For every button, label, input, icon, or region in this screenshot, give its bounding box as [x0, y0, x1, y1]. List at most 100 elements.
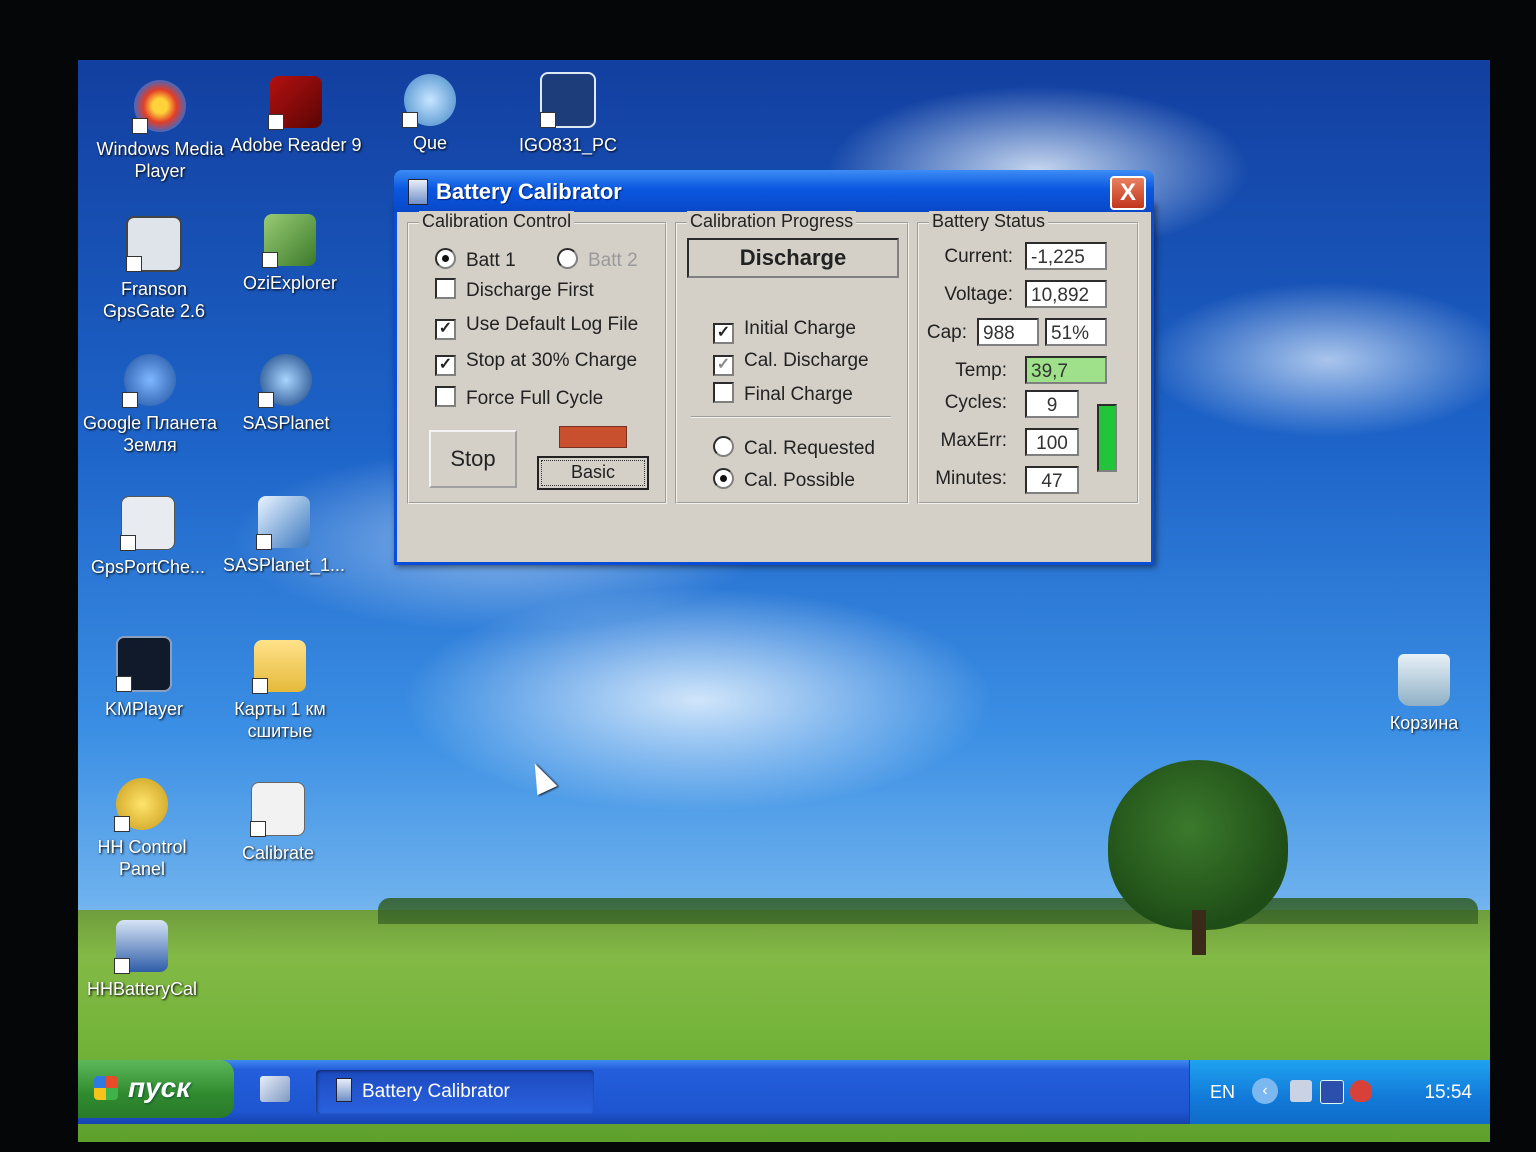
checkbox-label: Cal. Discharge — [744, 350, 869, 371]
calibration-progress-group: Calibration Progress Discharge ✓ Initial … — [675, 211, 909, 504]
initial-charge-checkbox[interactable]: ✓ Initial Charge — [713, 318, 856, 344]
group-legend: Battery Status — [929, 211, 1049, 232]
checkbox-label: Initial Charge — [744, 318, 856, 339]
battery-app-icon — [408, 179, 428, 205]
radio-indicator — [713, 468, 734, 489]
cal-requested-radio[interactable]: Cal. Requested — [713, 436, 875, 460]
start-button[interactable]: пуск — [78, 1060, 234, 1118]
language-indicator[interactable]: EN — [1210, 1082, 1235, 1103]
current-value: -1,225 — [1025, 242, 1107, 270]
use-default-log-checkbox[interactable]: ✓ Use Default Log File — [435, 314, 638, 340]
checkbox-box — [435, 386, 456, 407]
adobe-reader-icon — [268, 76, 322, 130]
basic-button[interactable]: Basic — [537, 456, 649, 490]
quick-launch-icon[interactable] — [260, 1076, 290, 1102]
batt2-radio[interactable]: Batt 2 — [557, 248, 638, 272]
checkmark-icon: ✓ — [435, 355, 456, 376]
cap-percent: 51% — [1045, 318, 1107, 346]
batt1-radio[interactable]: Batt 1 — [435, 248, 516, 272]
tray-expand-icon[interactable]: ‹ — [1252, 1078, 1278, 1104]
desktop-icon-igo[interactable]: IGO831_PC — [498, 72, 638, 156]
checkmark-icon: ✓ — [713, 323, 734, 344]
calibration-status-display: Discharge — [687, 238, 899, 278]
checkbox-label: Force Full Cycle — [466, 388, 604, 409]
gpsgate-icon — [126, 216, 182, 272]
stop-at-30-checkbox[interactable]: ✓ Stop at 30% Charge — [435, 350, 637, 376]
desktop-icon-calibrate[interactable]: Calibrate — [208, 782, 348, 864]
sasplanet-shortcut-icon — [256, 496, 310, 550]
desktop-icon-label: SASPlanet_1... — [222, 555, 346, 575]
desktop-icon-windows-media-player[interactable]: Windows Media Player — [90, 80, 230, 182]
cap-value: 988 — [977, 318, 1039, 346]
igo-icon — [540, 72, 596, 128]
maxerr-value: 100 — [1025, 428, 1079, 456]
temp-label: Temp: — [955, 360, 1007, 381]
window-title: Battery Calibrator — [436, 179, 622, 204]
taskbar-button-battery-calibrator[interactable]: Battery Calibrator — [316, 1070, 594, 1114]
wallpaper-treeline — [378, 898, 1478, 924]
force-full-cycle-checkbox[interactable]: Force Full Cycle — [435, 386, 603, 410]
maxerr-label: MaxErr: — [940, 430, 1008, 451]
radio-indicator — [435, 248, 456, 269]
checkmark-icon: ✓ — [713, 355, 734, 376]
desktop-icon-kmplayer[interactable]: KMPlayer — [78, 636, 214, 720]
desktop-icon-maps-folder[interactable]: Карты 1 км сшитые — [210, 640, 350, 742]
voltage-value: 10,892 — [1025, 280, 1107, 308]
taskbar: пуск Battery Calibrator EN ‹ 15:54 — [78, 1060, 1490, 1124]
desktop-icon-adobe-reader[interactable]: Adobe Reader 9 — [226, 76, 366, 156]
desktop-icon-label: GpsPortChe... — [90, 557, 206, 577]
start-label: пуск — [128, 1072, 191, 1103]
checkbox-box — [435, 278, 456, 299]
wallpaper-tree-trunk — [1192, 910, 1206, 955]
checkbox-box — [713, 382, 734, 403]
desktop-icon-franson-gpsgate[interactable]: Franson GpsGate 2.6 — [84, 216, 224, 322]
desktop-icon-sasplanet-shortcut[interactable]: SASPlanet_1... — [214, 496, 354, 576]
calibration-control-group: Calibration Control Batt 1 Batt 2 Discha… — [407, 211, 667, 504]
network-icon[interactable] — [1290, 1080, 1312, 1102]
current-label: Current: — [944, 246, 1013, 267]
recycle-bin-icon — [1398, 654, 1450, 706]
desktop-icon-label: IGO831_PC — [518, 135, 618, 155]
ozi-explorer-icon — [262, 214, 316, 268]
folder-icon — [252, 640, 306, 694]
security-shield-icon[interactable] — [1350, 1080, 1372, 1102]
gps-port-icon — [120, 496, 175, 551]
device-icon[interactable] — [1320, 1080, 1344, 1104]
wallpaper-tree — [1108, 760, 1288, 930]
radio-label: Batt 1 — [466, 250, 516, 271]
desktop-icon-label: OziExplorer — [242, 273, 338, 293]
desktop-icon-sasplanet[interactable]: SASPlanet — [216, 354, 356, 434]
clock[interactable]: 15:54 — [1424, 1082, 1472, 1104]
desktop-icon-google-earth[interactable]: Google Планета Земля — [80, 354, 220, 456]
desktop-icon-gpsportcheck[interactable]: GpsPortChe... — [78, 496, 218, 578]
minutes-value: 47 — [1025, 466, 1079, 494]
discharge-first-checkbox[interactable]: Discharge First — [435, 278, 594, 302]
desktop-icon-label: Корзина — [1389, 713, 1459, 733]
minutes-label: Minutes: — [935, 468, 1007, 489]
window-titlebar[interactable]: Battery Calibrator X — [394, 170, 1154, 212]
battery-calibrator-window: Battery Calibrator X Calibration Control… — [394, 170, 1154, 565]
que-icon — [402, 74, 456, 128]
temp-value: 39,7 — [1025, 356, 1107, 384]
battery-app-icon — [336, 1078, 352, 1102]
system-tray: EN ‹ 15:54 — [1189, 1060, 1490, 1124]
radio-label: Batt 2 — [588, 250, 638, 271]
desktop-icon-oziexplorer[interactable]: OziExplorer — [220, 214, 360, 294]
media-player-icon — [132, 80, 186, 134]
desktop-icon-label: HH Control Panel — [97, 837, 187, 879]
desktop-icon-recycle-bin[interactable]: Корзина — [1354, 654, 1490, 734]
desktop-icon-hhbatterycal[interactable]: HHBatteryCal — [78, 920, 212, 1000]
desktop-icon-hh-control-panel[interactable]: HH Control Panel — [78, 778, 212, 880]
final-charge-checkbox[interactable]: Final Charge — [713, 382, 853, 406]
group-legend: Calibration Control — [419, 211, 575, 232]
stop-button[interactable]: Stop — [429, 430, 517, 488]
radio-label: Cal. Requested — [744, 438, 875, 459]
cal-discharge-checkbox[interactable]: ✓ Cal. Discharge — [713, 350, 869, 376]
desktop-icon-que[interactable]: Que — [360, 74, 500, 154]
control-panel-icon — [114, 778, 168, 832]
calibration-indicator — [559, 426, 627, 448]
cal-possible-radio[interactable]: Cal. Possible — [713, 468, 855, 492]
close-button[interactable]: X — [1110, 176, 1146, 210]
voltage-label: Voltage: — [944, 284, 1013, 305]
desktop-icon-label: HHBatteryCal — [86, 979, 198, 999]
